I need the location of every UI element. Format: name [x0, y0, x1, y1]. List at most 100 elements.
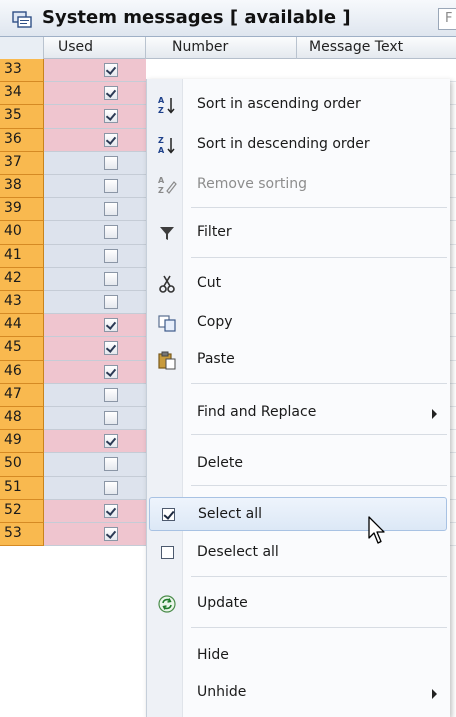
used-cell	[44, 337, 146, 361]
used-checkbox-checked[interactable]	[104, 341, 118, 356]
scissors-icon	[159, 275, 175, 293]
row-number[interactable]: 46	[0, 360, 44, 384]
submenu-arrow-icon	[432, 689, 437, 699]
menu-item-label: Hide	[197, 647, 229, 663]
remove-sorting-icon: A Z	[158, 176, 177, 195]
menu-item-update[interactable]: Update	[149, 587, 447, 621]
menu-item-copy[interactable]: Copy	[149, 306, 447, 340]
used-checkbox-unchecked[interactable]	[104, 179, 118, 193]
column-header-used[interactable]: Used	[44, 37, 146, 59]
used-cell	[44, 407, 146, 431]
row-number[interactable]: 37	[0, 151, 44, 175]
svg-text:Z: Z	[158, 186, 164, 195]
row-number[interactable]: 41	[0, 244, 44, 268]
used-checkbox-unchecked[interactable]	[104, 248, 118, 263]
used-checkbox-checked[interactable]	[104, 109, 118, 124]
row-number[interactable]: 43	[0, 291, 44, 315]
row-number[interactable]: 50	[0, 453, 44, 477]
sort-ascending-icon: A Z	[158, 96, 175, 115]
menu-separator	[191, 627, 447, 628]
used-cell	[44, 430, 146, 454]
menu-item-delete[interactable]: Delete	[149, 447, 447, 481]
used-cell	[44, 198, 146, 222]
menu-item-deselect-all[interactable]: Deselect all	[149, 536, 447, 570]
column-header-number[interactable]: Number	[146, 37, 297, 59]
menu-item-select-all[interactable]: Select all	[149, 497, 447, 531]
row-number[interactable]: 45	[0, 337, 44, 361]
menu-item-sort-ascending[interactable]: A Z Sort in ascending order	[149, 88, 447, 122]
row-number[interactable]: 49	[0, 430, 44, 454]
menu-item-find-replace[interactable]: Find and Replace	[149, 396, 447, 430]
used-checkbox-checked[interactable]	[104, 86, 118, 101]
submenu-arrow-icon	[432, 409, 437, 419]
menu-separator	[191, 485, 447, 486]
svg-text:Z: Z	[158, 136, 164, 145]
svg-text:A: A	[158, 146, 165, 155]
used-checkbox-unchecked[interactable]	[104, 271, 118, 286]
used-checkbox-unchecked[interactable]	[104, 411, 118, 425]
header-corner	[0, 37, 44, 59]
used-checkbox-checked[interactable]	[104, 503, 118, 518]
context-menu: A Z Sort in ascending order Z A Sort in …	[146, 79, 450, 717]
menu-item-label: Find and Replace	[197, 404, 317, 420]
row-number[interactable]: 48	[0, 407, 44, 431]
used-cell	[44, 175, 146, 199]
row-number[interactable]: 34	[0, 82, 44, 106]
used-checkbox-checked[interactable]	[104, 318, 118, 333]
menu-item-cut[interactable]: Cut	[149, 267, 447, 301]
menu-item-remove-sorting[interactable]: A Z Remove sorting	[149, 168, 447, 202]
mouse-pointer-icon	[368, 516, 385, 544]
menu-item-label: Cut	[197, 275, 222, 291]
window-titlebar: System messages [ available ] F	[0, 0, 456, 37]
row-number[interactable]: 42	[0, 267, 44, 291]
used-checkbox-unchecked[interactable]	[104, 225, 118, 240]
row-number[interactable]: 33	[0, 59, 44, 83]
used-cell	[44, 383, 146, 407]
used-checkbox-unchecked[interactable]	[104, 202, 118, 217]
menu-item-label: Update	[197, 595, 248, 611]
used-checkbox-unchecked[interactable]	[104, 457, 118, 472]
sort-descending-icon: Z A	[158, 136, 175, 155]
used-checkbox-checked[interactable]	[104, 63, 118, 77]
paste-clipboard-icon	[158, 351, 176, 370]
menu-item-label: Copy	[197, 314, 233, 330]
menu-item-label: Deselect all	[197, 544, 279, 560]
row-number[interactable]: 39	[0, 198, 44, 222]
row-number[interactable]: 40	[0, 221, 44, 245]
menu-item-hide[interactable]: Hide	[149, 639, 447, 673]
menu-separator	[191, 576, 447, 577]
used-cell	[44, 244, 146, 268]
used-checkbox-unchecked[interactable]	[104, 480, 118, 495]
used-cell	[44, 128, 146, 152]
used-checkbox-unchecked[interactable]	[104, 155, 118, 170]
menu-item-sort-descending[interactable]: Z A Sort in descending order	[149, 128, 447, 162]
used-cell	[44, 499, 146, 523]
used-checkbox-checked[interactable]	[104, 434, 118, 449]
menu-item-paste[interactable]: Paste	[149, 343, 447, 377]
row-number[interactable]: 35	[0, 105, 44, 129]
used-cell	[44, 221, 146, 245]
used-checkbox-unchecked[interactable]	[104, 387, 118, 402]
svg-text:A: A	[158, 96, 165, 105]
row-number[interactable]: 44	[0, 314, 44, 338]
menu-item-filter[interactable]: Filter	[149, 216, 447, 250]
used-cell	[44, 151, 146, 175]
filter-field[interactable]: F	[438, 8, 456, 30]
used-checkbox-checked[interactable]	[104, 527, 118, 541]
used-cell	[44, 360, 146, 384]
used-cell	[44, 59, 146, 83]
column-header-message-text[interactable]: Message Text	[297, 37, 456, 59]
row-number[interactable]: 36	[0, 128, 44, 152]
row-number[interactable]: 38	[0, 175, 44, 199]
used-cell	[44, 105, 146, 129]
used-cell	[44, 267, 146, 291]
used-checkbox-checked[interactable]	[104, 364, 118, 379]
row-number[interactable]: 52	[0, 499, 44, 523]
row-number[interactable]: 47	[0, 383, 44, 407]
used-checkbox-unchecked[interactable]	[104, 295, 118, 309]
menu-item-label: Sort in descending order	[197, 136, 370, 152]
used-checkbox-checked[interactable]	[104, 132, 118, 147]
row-number[interactable]: 51	[0, 476, 44, 500]
row-number[interactable]: 53	[0, 523, 44, 547]
menu-item-unhide[interactable]: Unhide	[149, 676, 447, 710]
